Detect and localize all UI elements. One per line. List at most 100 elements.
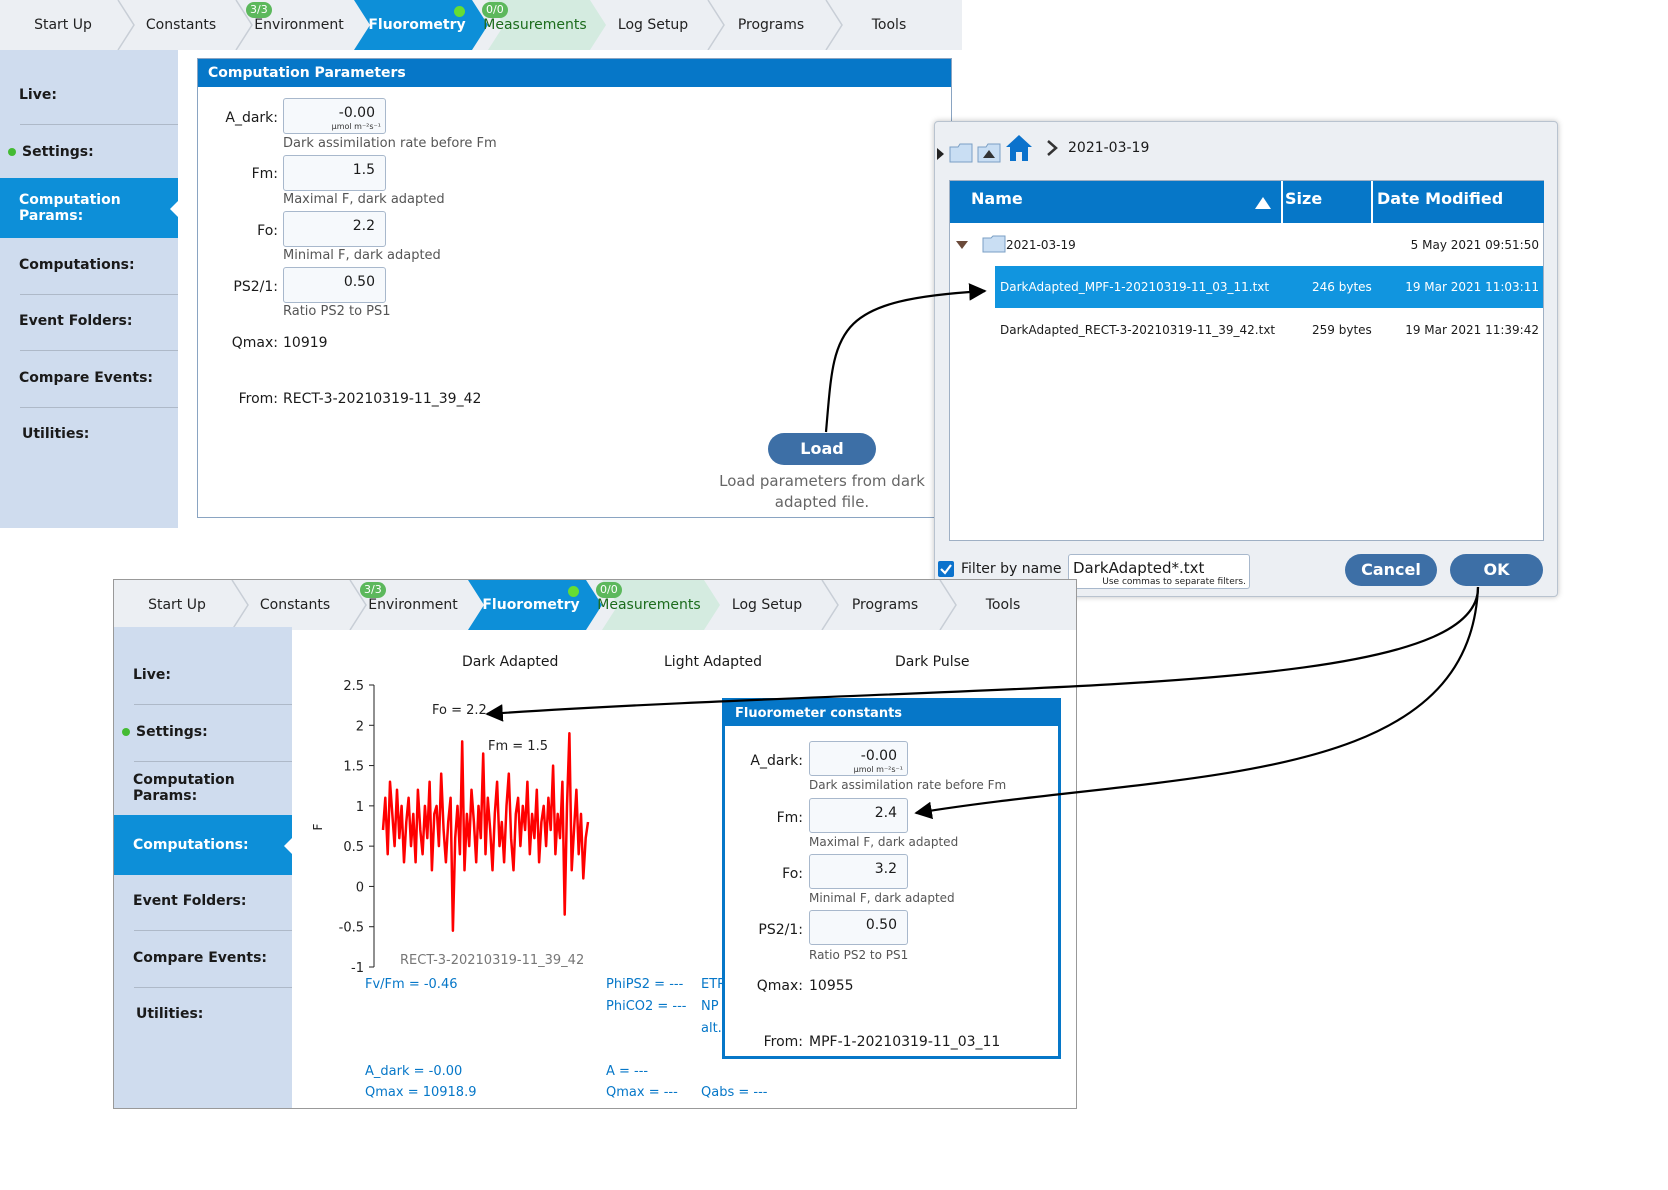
sidebar-item-label: Computations: [19, 256, 135, 273]
ps2-input[interactable]: 0.50 [809, 910, 908, 945]
folder-name[interactable]: 2021-03-19 [1006, 238, 1076, 252]
fluorometer-constants-panel: Fluorometer constants A_dark: -0.00 µmol… [722, 698, 1061, 1059]
filter-checkbox[interactable] [938, 561, 954, 577]
tab-constants[interactable]: Constants [236, 580, 354, 630]
status-dot [454, 6, 465, 17]
column-size[interactable]: Size [1283, 181, 1371, 223]
sidebar-item-settings[interactable]: Settings: [0, 122, 178, 182]
sidebar-item-compare-events[interactable]: Compare Events: [114, 928, 292, 988]
load-description: Load parameters from dark adapted file. [719, 472, 925, 511]
file-name: DarkAdapted_MPF-1-20210319-11_03_11.txt [1000, 280, 1270, 294]
path-breadcrumb[interactable]: 2021-03-19 [1068, 140, 1149, 156]
file-date: 19 Mar 2021 11:03:11 [1405, 280, 1539, 294]
from-value: RECT-3-20210319-11_39_42 [283, 391, 482, 407]
tab-count-badge: 3/3 [360, 582, 386, 598]
sidebar-item-computation-params[interactable]: Computation Params: [114, 758, 292, 818]
file-name: DarkAdapted_RECT-3-20210319-11_39_42.txt [1000, 323, 1276, 337]
sidebar-item-label: Computation Params: [133, 772, 235, 804]
qmax-label: Qmax: [231, 335, 278, 351]
column-date-modified[interactable]: Date Modified [1373, 181, 1544, 223]
a-dark-desc: Dark assimilation rate before Fm [283, 136, 497, 151]
sidebar-item-computations[interactable]: Computations: [0, 235, 178, 295]
npq-stat: NP [701, 999, 719, 1014]
fm-label: Fm: [776, 810, 803, 826]
y-axis-label: F [311, 823, 325, 830]
sidebar-item-computations[interactable]: Computations: [114, 814, 293, 875]
phips2-stat: PhiPS2 = --- [606, 977, 684, 992]
fm-desc: Maximal F, dark adapted [809, 835, 959, 849]
tab-start-up[interactable]: Start Up [4, 0, 122, 50]
fm-input[interactable]: 2.4 [809, 798, 908, 833]
sidebar-item-label: Event Folders: [19, 313, 133, 329]
a-dark-input[interactable]: -0.00 µmol m⁻²s⁻¹ [283, 98, 386, 134]
sidebar-item-live[interactable]: Live: [114, 645, 292, 705]
sidebar-item-label: Computation Params: [19, 192, 121, 224]
y-tick-label: 2 [356, 719, 364, 734]
tab-log-setup[interactable]: Log Setup [708, 580, 826, 630]
fvfm-stat: Fv/Fm = -0.46 [365, 977, 458, 992]
tab-programs[interactable]: Programs [826, 580, 944, 630]
ps2-input[interactable]: 0.50 [283, 267, 386, 303]
active-notch [170, 200, 179, 218]
panel-title: Computation Parameters [198, 59, 951, 87]
tab-log-setup[interactable]: Log Setup [594, 0, 712, 50]
sidebar-item-utilities[interactable]: Utilities: [114, 984, 292, 1044]
a-dark-stat: A_dark = -0.00 [365, 1064, 463, 1079]
ps2-desc: Ratio PS2 to PS1 [809, 948, 909, 962]
tab-count-badge: 0/0 [482, 2, 508, 18]
tab-tools[interactable]: Tools [944, 580, 1062, 630]
fo-label: Fo: [782, 866, 803, 882]
a-dark-desc: Dark assimilation rate before Fm [809, 778, 1007, 792]
file-row[interactable]: DarkAdapted_RECT-3-20210319-11_39_42.txt… [995, 309, 1543, 351]
ps2-label: PS2/1: [233, 279, 278, 295]
tab-constants[interactable]: Constants [122, 0, 240, 50]
from-label: From: [763, 1034, 803, 1050]
fm-input[interactable]: 1.5 [283, 155, 386, 191]
sidebar-item-compare-events[interactable]: Compare Events: [0, 348, 178, 408]
a-dark-label: A_dark: [225, 110, 278, 126]
file-row[interactable]: DarkAdapted_MPF-1-20210319-11_03_11.txt … [995, 266, 1543, 308]
ok-button[interactable]: OK [1450, 554, 1543, 586]
fo-input[interactable]: 3.2 [809, 854, 908, 889]
y-tick-label: 2.5 [343, 679, 364, 694]
folder-icon[interactable] [949, 143, 973, 163]
sidebar-item-computation-params[interactable]: Computation Params: [0, 178, 179, 238]
cancel-button[interactable]: Cancel [1345, 554, 1437, 586]
filter-label: Filter by name [961, 561, 1062, 577]
parent-folder-icon[interactable] [977, 143, 1001, 163]
sidebar-item-settings[interactable]: Settings: [114, 702, 292, 762]
fm-label: Fm: [251, 166, 278, 182]
panel-title: Fluorometer constants [725, 701, 1058, 726]
sidebar-item-label: Live: [133, 667, 171, 683]
expand-arrow-icon[interactable] [937, 148, 945, 160]
y-tick-label: -0.5 [339, 921, 364, 936]
qabs-stat: Qabs = --- [701, 1085, 768, 1100]
ps2-label: PS2/1: [758, 922, 803, 938]
sidebar-item-label: Event Folders: [133, 893, 247, 909]
sidebar-item-label: Computations: [133, 836, 249, 853]
bottom-screen: Start Up Constants Environment 3/3 Fluoromet… [113, 579, 1077, 1109]
tab-start-up[interactable]: Start Up [118, 580, 236, 630]
tab-programs[interactable]: Programs [712, 0, 830, 50]
folder-date: 5 May 2021 09:51:50 [1410, 238, 1539, 252]
dark-adapted-heading: Dark Adapted [462, 654, 559, 670]
tab-tools[interactable]: Tools [830, 0, 948, 50]
sidebar-item-utilities[interactable]: Utilities: [0, 404, 178, 464]
sidebar-item-live[interactable]: Live: [0, 65, 178, 125]
sidebar-item-event-folders[interactable]: Event Folders: [0, 291, 178, 351]
a-dark-label: A_dark: [750, 753, 803, 769]
y-tick-label: 0 [356, 880, 364, 895]
fo-desc: Minimal F, dark adapted [809, 891, 955, 905]
filter-hint: Use commas to separate filters. [1102, 577, 1246, 587]
collapse-arrow-icon[interactable] [956, 241, 968, 249]
qmax-value: 10919 [283, 335, 328, 351]
column-name[interactable]: Name [950, 181, 1281, 223]
fo-input[interactable]: 2.2 [283, 211, 386, 247]
load-button[interactable]: Load [768, 433, 876, 465]
home-icon[interactable] [1005, 134, 1033, 162]
y-tick-label: 1.5 [343, 760, 364, 775]
qmax-value: 10955 [809, 978, 854, 994]
sidebar-item-event-folders[interactable]: Event Folders: [114, 871, 292, 931]
a-dark-input[interactable]: -0.00 µmol m⁻²s⁻¹ [809, 741, 908, 776]
filter-input[interactable]: DarkAdapted*.txt Use commas to separate … [1068, 554, 1250, 589]
